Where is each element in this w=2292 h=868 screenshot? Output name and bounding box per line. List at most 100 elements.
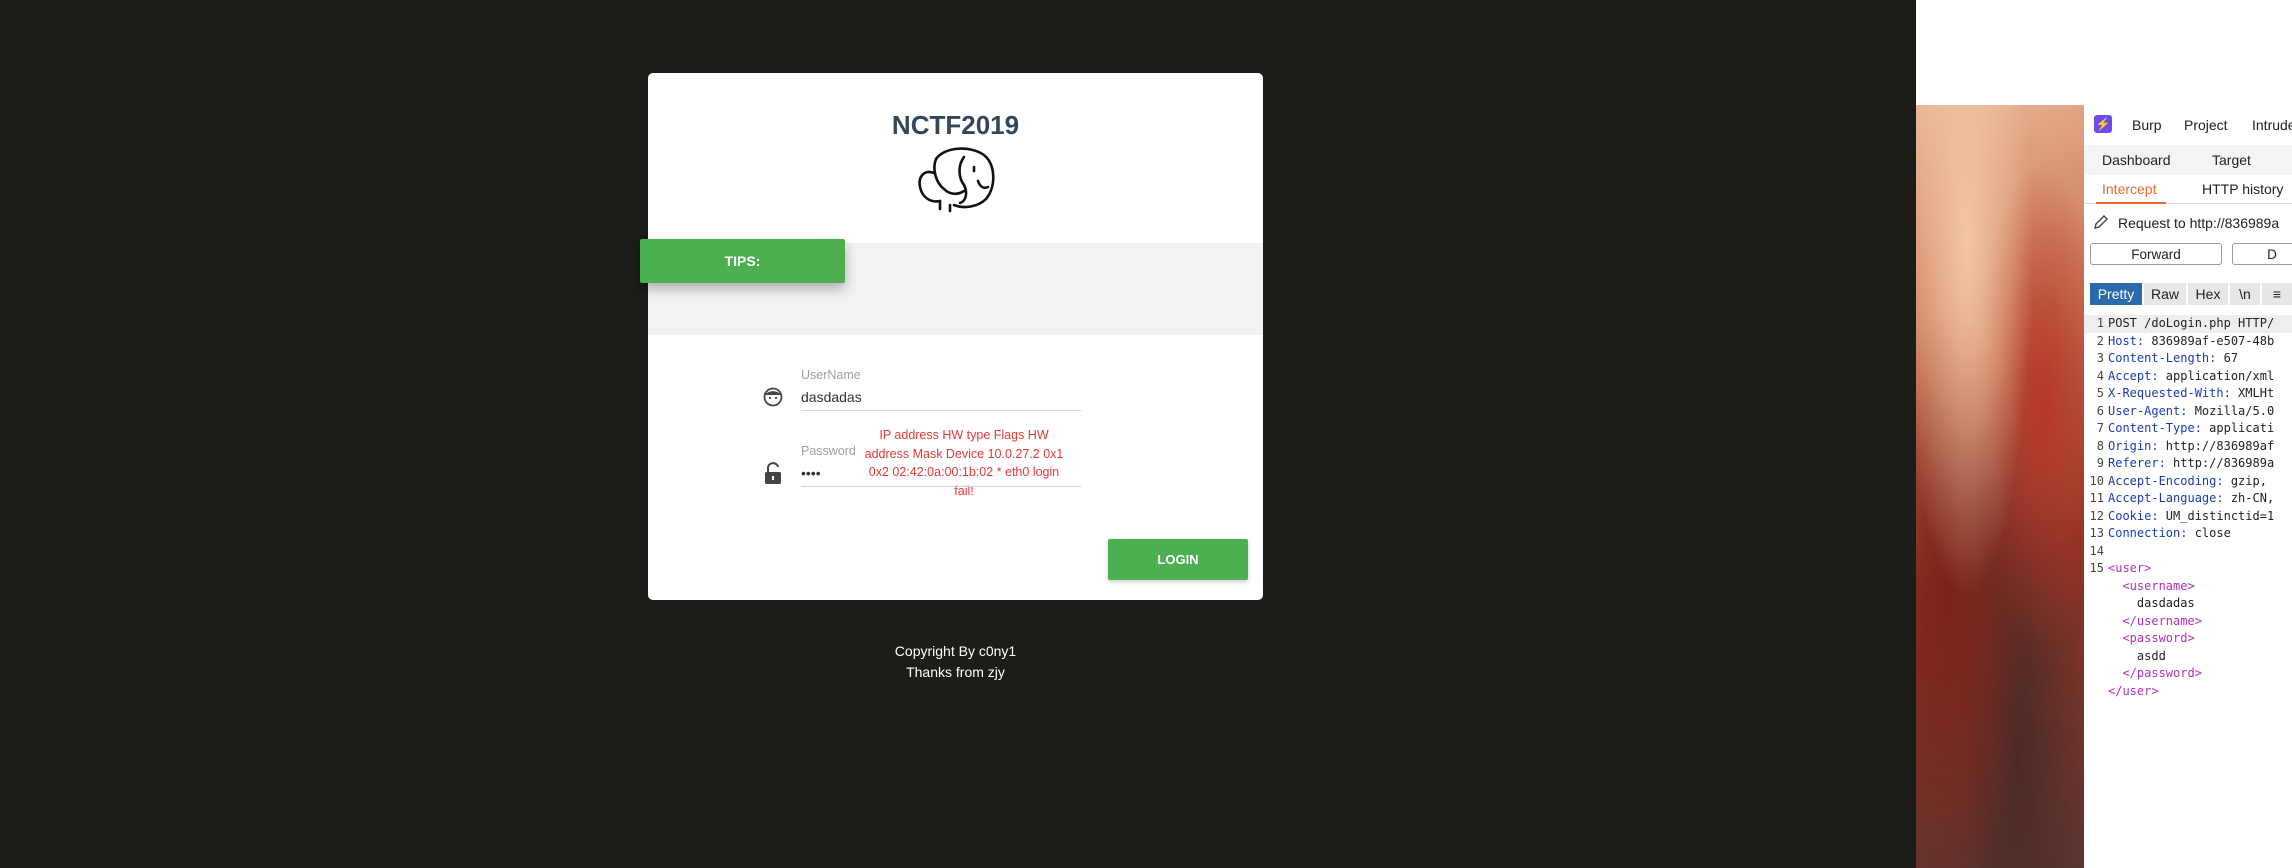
xml-tag: </password>: [2108, 666, 2202, 680]
line-number: 13: [2089, 526, 2104, 540]
tab-hex[interactable]: Hex: [2188, 283, 2228, 305]
request-line: 15 <user>: [2084, 560, 2292, 578]
copyright-line-1: Copyright By c0ny1: [894, 643, 1017, 659]
request-line: 11 Accept-Language: zh-CN,: [2084, 490, 2292, 508]
header-name: X-Requested-With:: [2108, 386, 2231, 400]
tab-raw[interactable]: Raw: [2144, 283, 2186, 305]
desktop-wallpaper: [1916, 105, 2084, 868]
request-line: 5 X-Requested-With: XMLHt: [2084, 385, 2292, 403]
xml-line: </username>: [2084, 613, 2292, 631]
xml-tag: <password>: [2108, 631, 2195, 645]
line-number: 14: [2089, 543, 2104, 558]
request-editor[interactable]: 1 POST /doLogin.php HTTP/2 Host: 836989af-…: [2084, 315, 2292, 700]
burp-main-tabs: Dashboard Target: [2084, 145, 2292, 176]
line-number: 2: [2096, 333, 2104, 348]
xml-tag: <user>: [2108, 561, 2152, 575]
tab-target[interactable]: Target: [2212, 152, 2251, 168]
username-label: UserName: [801, 368, 861, 382]
request-line: 13 Connection: close: [2084, 525, 2292, 543]
request-line: 14: [2084, 543, 2292, 561]
header-name: Accept-Language:: [2108, 491, 2224, 505]
xml-line: </password>: [2084, 665, 2292, 683]
menu-intruder[interactable]: Intrude: [2252, 117, 2292, 133]
request-line: 10 Accept-Encoding: gzip,: [2084, 473, 2292, 491]
tab-intercept[interactable]: Intercept: [2095, 181, 2168, 204]
line-number: 10: [2089, 473, 2104, 488]
request-target-label: Request to http://836989a: [2118, 215, 2280, 231]
request-line: 1 POST /doLogin.php HTTP/: [2084, 315, 2292, 333]
line-number: 5: [2096, 386, 2104, 400]
burp-menubar: ⚡ Burp Project Intrude: [2084, 105, 2292, 146]
line-number: 11: [2089, 491, 2104, 505]
header-name: User-Agent:: [2108, 403, 2188, 418]
header-name: Content-Length:: [2108, 351, 2217, 365]
header-value: http://836989af: [2158, 438, 2275, 453]
line-number: 6: [2096, 403, 2104, 418]
request-line: 4 Accept: application/xml: [2084, 368, 2292, 386]
page-title: NCTF2019: [891, 110, 1020, 140]
tab-newline-toggle[interactable]: \n: [2230, 283, 2260, 305]
tab-http-history[interactable]: HTTP history: [2202, 181, 2283, 197]
password-input[interactable]: [801, 460, 1081, 487]
header-value: UM_distinctid=1: [2158, 508, 2275, 523]
xml-line: asdd: [2084, 648, 2292, 666]
header-name: Content-Type:: [2108, 421, 2202, 435]
xml-text: asdd: [2108, 648, 2166, 663]
request-line: 7 Content-Type: applicati: [2084, 420, 2292, 438]
header-name: Accept-Encoding:: [2108, 473, 2224, 488]
pencil-icon[interactable]: [2092, 213, 2110, 231]
xml-text: dasdadas: [2108, 596, 2195, 610]
tab-dashboard[interactable]: Dashboard: [2102, 152, 2171, 168]
line-number: 7: [2096, 421, 2104, 435]
header-value: http://836989a: [2165, 456, 2275, 470]
password-label: Password: [801, 444, 856, 458]
line-number: 15: [2089, 561, 2104, 575]
copyright: Copyright By c0ny1 Thanks from zjy: [648, 641, 1263, 683]
user-face-icon: [763, 387, 783, 407]
xml-tag: </username>: [2108, 613, 2202, 628]
request-line: 9 Referer: http://836989a: [2084, 455, 2292, 473]
header-name: Origin:: [2108, 438, 2159, 453]
line-number: 1: [2096, 316, 2104, 330]
desktop-blank-area: [1916, 0, 2292, 105]
header-name: Cookie:: [2108, 508, 2159, 523]
header-name: Connection:: [2108, 526, 2188, 540]
unlocked-padlock-icon: [765, 462, 781, 484]
header-value: applicati: [2201, 421, 2275, 435]
header-value: 67: [2216, 351, 2239, 365]
header-value: gzip,: [2223, 473, 2267, 488]
username-input[interactable]: [801, 384, 1081, 411]
header-name: Accept:: [2108, 368, 2159, 383]
line-number: 4: [2096, 368, 2104, 383]
menu-options-icon[interactable]: ≡: [2262, 283, 2292, 305]
xml-tag: <username>: [2108, 578, 2195, 593]
header-value: Mozilla/5.0: [2187, 403, 2275, 418]
line-number: 8: [2096, 438, 2104, 453]
line-number: 12: [2089, 508, 2104, 523]
header-value: close: [2187, 526, 2231, 540]
copyright-line-2: Thanks from zjy: [906, 664, 1005, 680]
header-value: 836989af-e507-48b: [2144, 333, 2275, 348]
forward-button[interactable]: Forward: [2090, 243, 2222, 265]
elephant-icon: [918, 147, 995, 213]
request-line: 12 Cookie: UM_distinctid=1: [2084, 508, 2292, 526]
xml-line: <password>: [2084, 630, 2292, 648]
header-value: application/xml: [2158, 368, 2275, 383]
header-name: POST /doLogin.php HTTP/: [2108, 316, 2275, 330]
login-button[interactable]: LOGIN: [1108, 539, 1248, 580]
header-value: zh-CN,: [2223, 491, 2275, 505]
line-number: 3: [2096, 351, 2104, 365]
menu-project[interactable]: Project: [2184, 117, 2228, 133]
menu-burp[interactable]: Burp: [2132, 117, 2162, 133]
request-line: 3 Content-Length: 67: [2084, 350, 2292, 368]
request-line: 6 User-Agent: Mozilla/5.0: [2084, 403, 2292, 421]
header-value: XMLHt: [2230, 386, 2275, 400]
burp-logo-icon: ⚡: [2094, 115, 2112, 133]
xml-line: dasdadas: [2084, 595, 2292, 613]
burp-suite-window: ⚡ Burp Project Intrude Dashboard Target …: [2084, 105, 2292, 868]
line-number: 9: [2096, 456, 2104, 470]
login-card: NCTF2019 IP address HW type Flags HW add…: [648, 73, 1263, 600]
drop-button[interactable]: D: [2232, 243, 2292, 265]
tab-pretty[interactable]: Pretty: [2090, 283, 2142, 305]
request-line: 8 Origin: http://836989af: [2084, 438, 2292, 456]
